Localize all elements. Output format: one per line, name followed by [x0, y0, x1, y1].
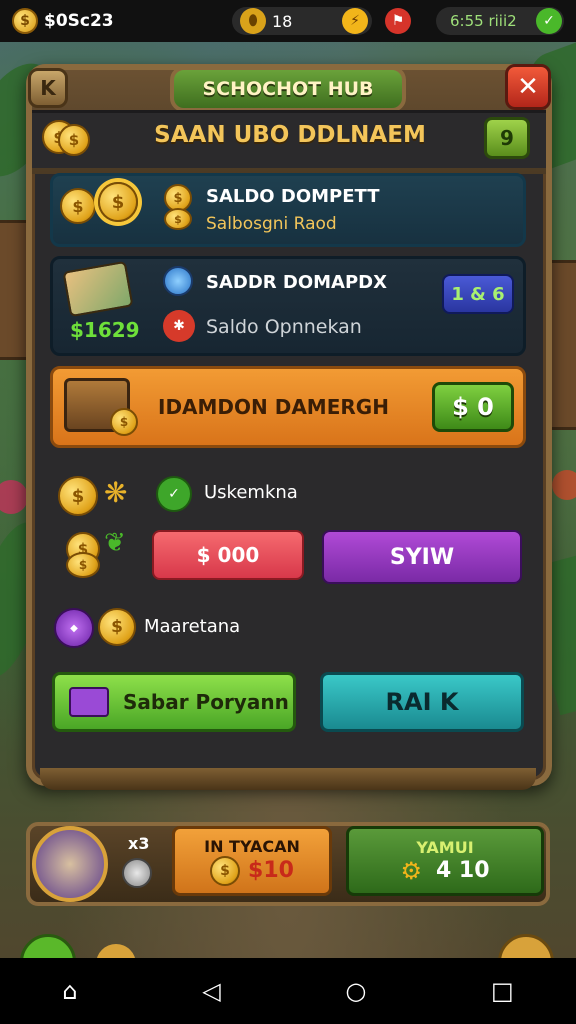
balance-text: $0Sc23 — [44, 11, 114, 31]
yamui-value: 4 10 — [435, 858, 490, 883]
coin-stack-icon: $ $ — [40, 116, 94, 162]
hut-right-decoration — [548, 260, 576, 430]
bolt-icon: ⚡ — [342, 8, 368, 34]
header-action-button[interactable]: 9 — [484, 117, 530, 159]
silver-coin-icon — [122, 858, 152, 888]
gold-coin-icon: $ — [12, 8, 38, 34]
panel-bottom-ornament — [40, 768, 536, 790]
panel-title: SCHOCHOT HUB — [170, 66, 406, 112]
savings-subtitle: Saldo Opnnekan — [206, 316, 362, 338]
center-counter[interactable]: ⬮ 18 ⚡ — [232, 7, 372, 35]
leaf-coin-icon: ⬮ — [240, 8, 266, 34]
red-gem-icon[interactable]: ⚑ — [385, 8, 411, 34]
wallet-balance-subtitle: Salbosgni Raod — [206, 214, 337, 234]
green-gem-icon: ✓ — [156, 476, 192, 512]
close-button[interactable]: ✕ — [505, 64, 551, 110]
purple-ticket-icon — [69, 687, 109, 717]
purple-action-button[interactable]: SYIW — [322, 530, 522, 584]
gear-icon: ⚙ — [400, 856, 422, 885]
multiplier-text: x3 — [128, 834, 150, 853]
green-action-button[interactable]: Sabar Poryann — [52, 672, 296, 732]
wallet-balance-title: SALDO DOMPETT — [206, 186, 380, 207]
tycoon-value: $10 — [248, 858, 294, 883]
section2-label: Maaretana — [144, 616, 241, 637]
back-button[interactable]: K — [28, 68, 68, 108]
recents-icon[interactable]: □ — [491, 977, 514, 1005]
sparkle-icon: ❋ — [104, 476, 128, 509]
yamui-title: YAMUI — [416, 837, 474, 857]
center-counter-value: 18 — [272, 11, 293, 31]
yamui-panel[interactable]: YAMUI ⚙ 4 10 — [346, 826, 544, 896]
tycoon-panel[interactable]: IN TYACAN $ $10 — [172, 826, 332, 896]
purple-gem-icon: ◆ — [54, 608, 94, 648]
blue-flower-icon — [163, 266, 193, 296]
green-action-label: Sabar Poryann — [123, 690, 289, 714]
gold-coin-icon: $ — [58, 476, 98, 516]
teal-action-button[interactable]: RAI K — [320, 672, 524, 732]
system-navigation-bar: ⌂ ◁ ○ □ — [0, 958, 576, 1024]
cash-stack-avatar-icon[interactable] — [32, 826, 108, 902]
tycoon-title: IN TYACAN — [204, 836, 300, 856]
diamond-title: IDAMDON DAMERGH — [158, 395, 389, 419]
home-icon[interactable]: ⌂ — [62, 977, 77, 1005]
back-icon[interactable]: ◁ — [202, 977, 220, 1005]
savings-badge-button[interactable]: 1 & 6 — [442, 274, 514, 314]
flower-decoration — [552, 470, 576, 500]
savings-amount: $1629 — [70, 318, 140, 342]
gold-coin-icon: $ — [98, 608, 136, 646]
right-counter-value: 6:55 riii2 — [450, 12, 517, 30]
section1-label: Uskemkna — [204, 482, 298, 503]
header-title: SAAN UBO DDLNAEM — [154, 122, 426, 148]
right-counter[interactable]: 6:55 riii2 ✓ — [436, 7, 564, 35]
green-leaf-icon: ✓ — [536, 8, 562, 34]
red-action-button[interactable]: $ 000 — [152, 530, 304, 580]
diamond-value-button[interactable]: $ 0 — [432, 382, 514, 432]
savings-title: SADDR DOMAPDX — [206, 272, 388, 293]
small-coin-icon: $ — [110, 408, 138, 436]
home-circle-icon[interactable]: ○ — [345, 977, 366, 1005]
red-pinwheel-icon: ✱ — [163, 310, 195, 342]
gold-coin-icon: $ — [210, 855, 241, 886]
green-sprout-icon: ❦ — [104, 528, 126, 558]
